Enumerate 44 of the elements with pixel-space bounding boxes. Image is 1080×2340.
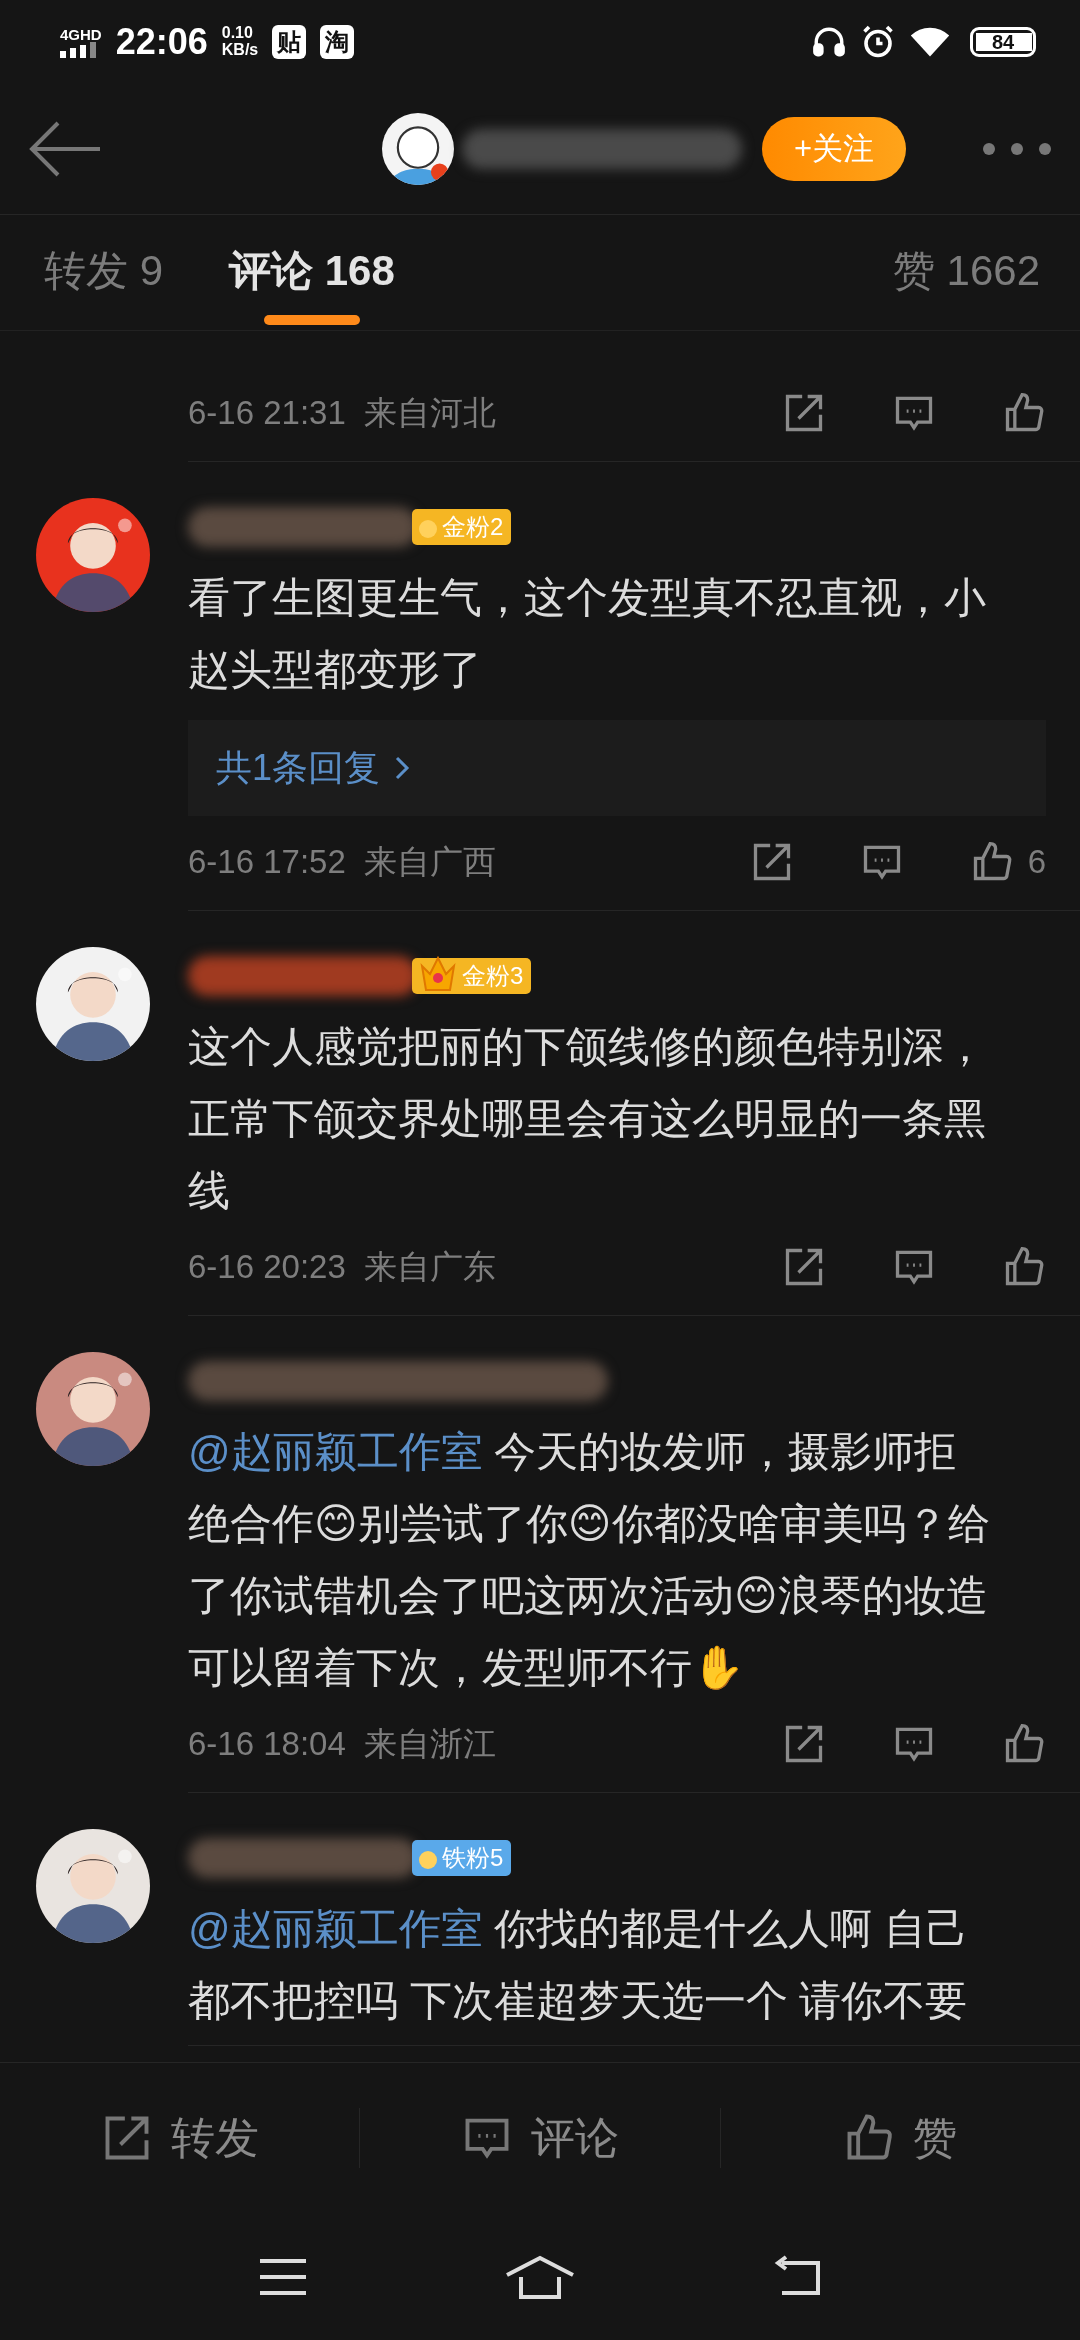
comment-time: 6-16 18:04 xyxy=(188,1725,346,1763)
battery-indicator: 84 xyxy=(970,27,1036,57)
menu-icon[interactable] xyxy=(258,2256,309,2297)
comment-text: 正常下颌交界处哪里会有这么明显的一条黑 xyxy=(188,1094,987,1144)
comment-text: 这个人感觉把丽的下颌线修的颜色特别深， xyxy=(188,1022,987,1072)
like-count: 6 xyxy=(1027,843,1046,881)
tab[interactable]: 评论 168 xyxy=(229,215,395,330)
comment-time: 6-16 17:52 xyxy=(188,843,346,881)
home-icon[interactable] xyxy=(505,2254,575,2299)
fan-badge: 铁粉5 xyxy=(412,1840,512,1876)
fan-badge: 金粉2 xyxy=(412,509,512,545)
comment-location: 来自广东 xyxy=(363,1246,496,1287)
app-notification-icon: 淘 xyxy=(320,25,355,59)
replies-link[interactable]: 共1条回复 xyxy=(188,720,1046,816)
comment-text: 线 xyxy=(188,1166,231,1216)
mention-link[interactable]: @赵丽颖工作室 xyxy=(188,1905,483,1952)
comment-time: 6-16 21:31 xyxy=(188,394,346,432)
network-type: 4GHD xyxy=(60,26,102,42)
clock-time: 22:06 xyxy=(115,21,208,63)
comment-text: 了你试错机会了吧这两次活动😊浪琴的妆造 xyxy=(188,1571,989,1621)
comment-text: @赵丽颖工作室 你找的都是什么人啊 自己 xyxy=(188,1904,969,1954)
action-button[interactable]: 转发 xyxy=(0,2103,360,2173)
comment-text: 绝合作😊别尝试了你😊你都没啥审美吗？给 xyxy=(188,1499,991,1549)
comment-location: 来自广西 xyxy=(363,841,496,882)
chevron-right-icon xyxy=(394,755,411,781)
fan-badge: 金粉3 xyxy=(412,958,532,994)
network-speed: 0.10 KB/s xyxy=(221,25,259,59)
mention-link[interactable]: @赵丽颖工作室 xyxy=(188,1428,483,1475)
tab[interactable]: 赞 1662 xyxy=(892,215,1040,330)
more-icon[interactable] xyxy=(982,142,1052,156)
action-button[interactable]: 赞 xyxy=(720,2103,1080,2173)
comment-location: 来自河北 xyxy=(363,392,496,433)
back-button[interactable] xyxy=(28,119,102,179)
comment-text: 赵头型都变形了 xyxy=(188,645,483,695)
comment-text: @赵丽颖工作室 今天的妆发师，摄影师拒 xyxy=(188,1427,958,1477)
tab[interactable]: 转发 9 xyxy=(44,215,164,330)
app-notification-icon: 贴 xyxy=(272,25,307,59)
comment-text: 看了生图更生气，这个发型真不忍直视，小 xyxy=(188,573,987,623)
comment-location: 来自浙江 xyxy=(363,1723,496,1764)
comment-time: 6-16 20:23 xyxy=(188,1248,346,1286)
comment-text: 可以留着下次，发型师不行✋ xyxy=(188,1643,745,1693)
wifi-icon xyxy=(910,26,950,58)
action-button[interactable]: 评论 xyxy=(360,2103,720,2173)
comment-text: 都不把控吗 下次崔超梦天选一个 请你不要 xyxy=(188,1976,969,2026)
